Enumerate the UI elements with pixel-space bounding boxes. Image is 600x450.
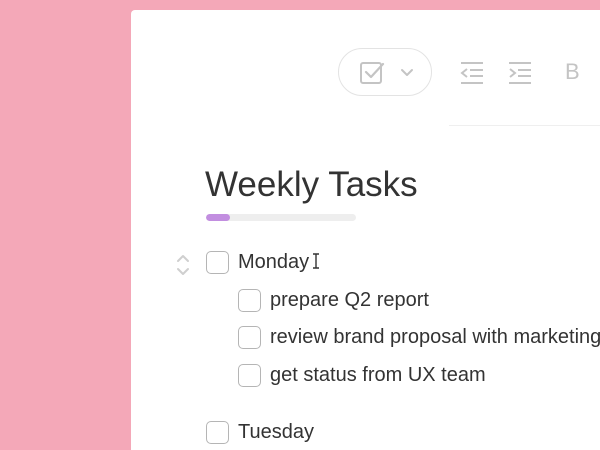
- task-label[interactable]: Tuesday: [238, 421, 314, 444]
- checklist-dropdown-button[interactable]: [338, 48, 432, 96]
- task-item-tuesday: Tuesday: [206, 421, 314, 444]
- task-label[interactable]: Monday: [238, 251, 309, 274]
- subtask-item: review brand proposal with marketing: [238, 326, 600, 349]
- task-checkbox[interactable]: [206, 421, 229, 444]
- bold-button[interactable]: B: [565, 59, 580, 85]
- text-cursor-icon: [312, 253, 320, 274]
- indent-icon: [509, 62, 531, 84]
- subtask-item: prepare Q2 report: [238, 289, 429, 312]
- task-item-monday: Monday: [206, 251, 320, 274]
- progress-bar: [206, 214, 356, 221]
- indent-button[interactable]: [507, 61, 533, 90]
- toolbar-divider: [449, 125, 600, 126]
- progress-fill: [206, 214, 230, 221]
- page-title: Weekly Tasks: [205, 165, 418, 204]
- editor-window: B Weekly Tasks Monday prepare Q2 report …: [131, 10, 600, 450]
- task-checkbox[interactable]: [238, 326, 261, 349]
- chevron-down-icon: [400, 66, 414, 85]
- task-label[interactable]: prepare Q2 report: [270, 289, 429, 312]
- subtask-item: get status from UX team: [238, 364, 486, 387]
- task-label[interactable]: get status from UX team: [270, 364, 486, 387]
- outdent-icon: [460, 62, 483, 84]
- checklist-icon: [359, 60, 385, 91]
- drag-handle-icon[interactable]: [176, 254, 190, 281]
- task-label[interactable]: review brand proposal with marketing: [270, 326, 600, 349]
- task-checkbox[interactable]: [238, 364, 261, 387]
- task-checkbox[interactable]: [206, 251, 229, 274]
- task-checkbox[interactable]: [238, 289, 261, 312]
- outdent-button[interactable]: [459, 61, 485, 90]
